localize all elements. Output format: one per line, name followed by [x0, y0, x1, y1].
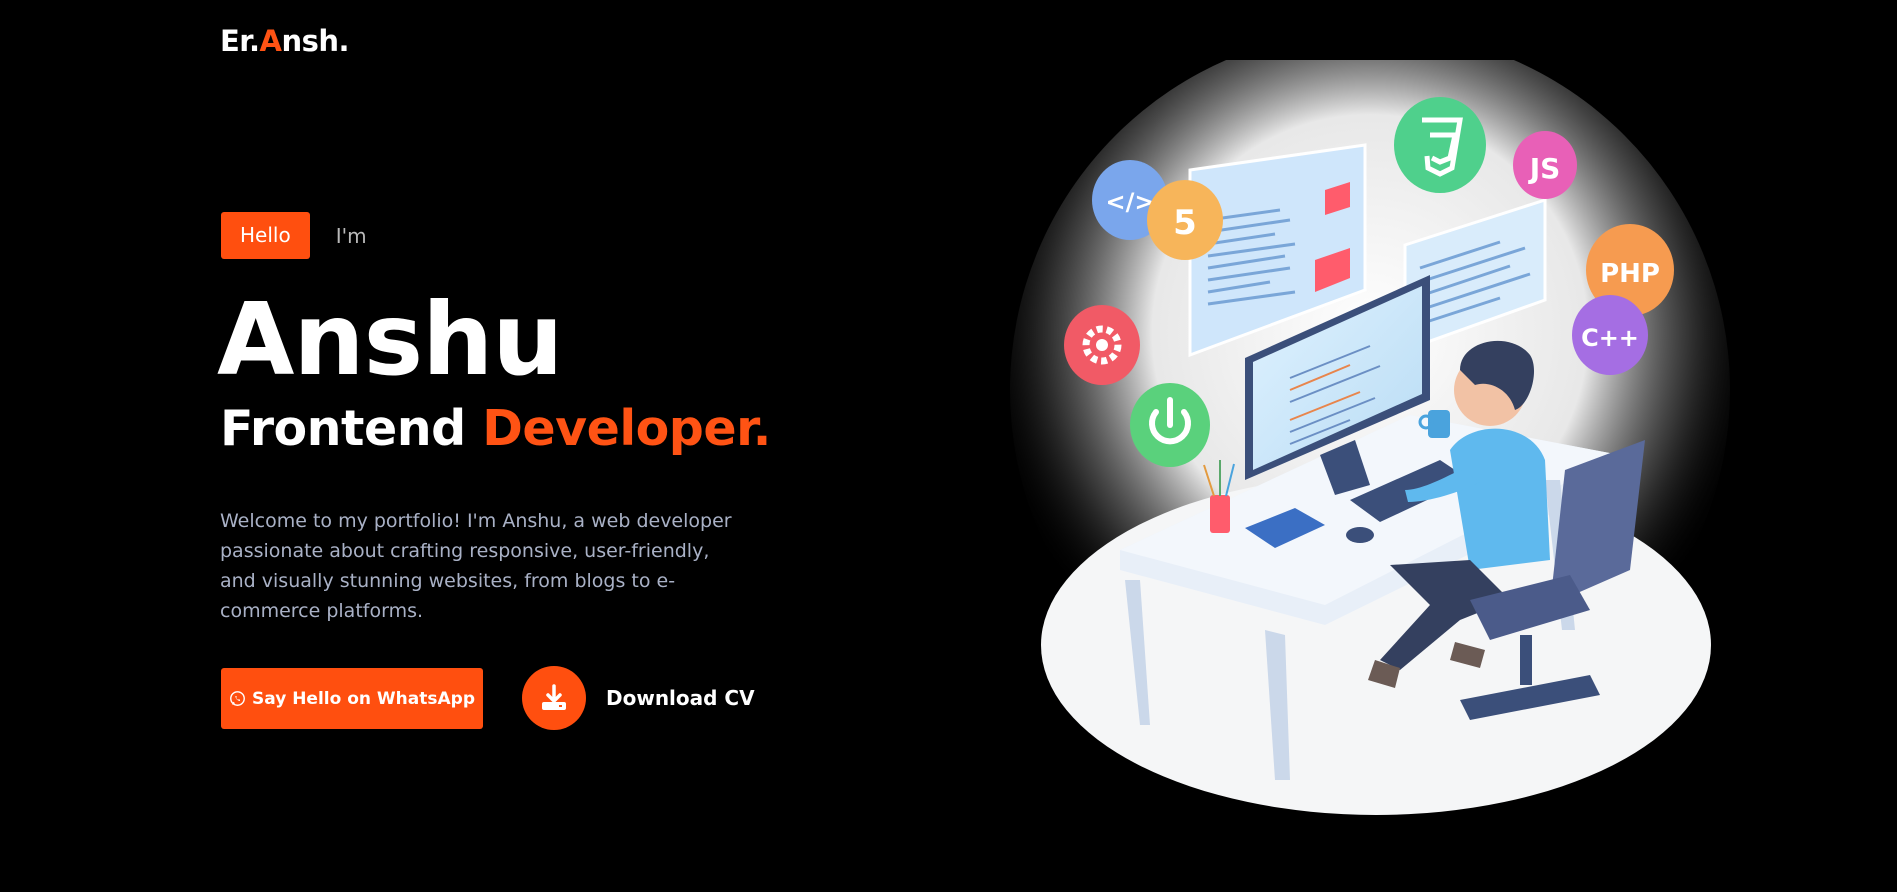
php-badge-label: PHP	[1600, 259, 1660, 289]
hero-name: Anshu	[217, 281, 563, 398]
hero-role: Frontend Developer.	[220, 398, 771, 460]
download-icon	[542, 684, 566, 710]
intro-row: Hello I'm	[221, 212, 367, 259]
developer-illustration: </> 5 JS PHP C++	[1010, 60, 1730, 815]
js-badge-label: JS	[1528, 152, 1561, 185]
cpp-badge-label: C++	[1581, 324, 1639, 352]
whatsapp-button[interactable]: Say Hello on WhatsApp	[221, 668, 483, 729]
whatsapp-label: Say Hello on WhatsApp	[252, 688, 475, 709]
js-badge-icon: JS	[1513, 131, 1577, 199]
whatsapp-icon	[230, 691, 245, 706]
code-badge-label: </>	[1106, 188, 1155, 216]
role-plain: Frontend	[220, 400, 483, 457]
power-badge-icon	[1130, 383, 1210, 467]
download-cv-label: Download CV	[606, 686, 755, 710]
gear-badge-icon	[1064, 305, 1140, 385]
html5-badge-label: 5	[1173, 203, 1197, 243]
logo-prefix: Er.	[220, 24, 260, 58]
logo-accent-letter: A	[259, 24, 282, 58]
html5-badge-icon: 5	[1147, 180, 1223, 260]
hello-badge: Hello	[221, 212, 310, 259]
site-logo[interactable]: Er.Ansh.	[220, 24, 350, 58]
download-cv-button[interactable]: Download CV	[522, 666, 755, 730]
hero-bio: Welcome to my portfolio! I'm Anshu, a we…	[220, 510, 732, 622]
portfolio-hero-page: Er.Ansh. Hello I'm Anshu Frontend Develo…	[0, 0, 1897, 892]
css3-badge-icon	[1394, 97, 1486, 193]
role-accent: Developer.	[482, 400, 771, 457]
logo-suffix: nsh.	[281, 24, 350, 58]
mouse	[1346, 527, 1374, 543]
cpp-badge-icon: C++	[1572, 295, 1648, 375]
im-text: I'm	[335, 223, 367, 248]
download-cv-circle[interactable]	[522, 666, 586, 730]
